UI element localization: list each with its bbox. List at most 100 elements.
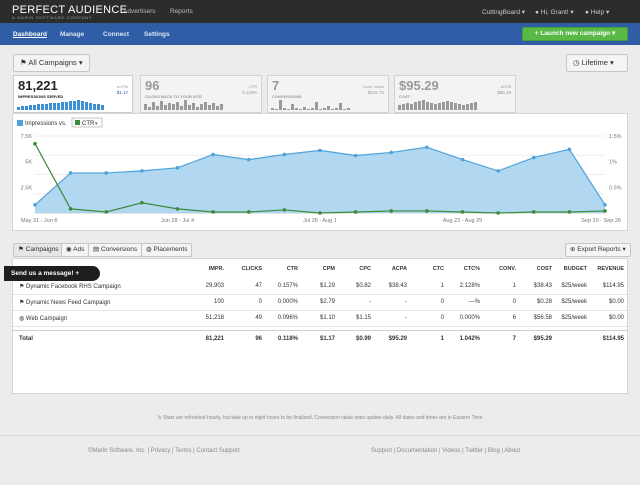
- flag-icon: ⚑: [19, 300, 27, 306]
- spark-bar: [287, 109, 290, 110]
- sparkline: [144, 100, 223, 110]
- ctr-point: [318, 211, 322, 215]
- impressions-point: [104, 171, 109, 175]
- spark-bar: [458, 104, 461, 110]
- tile-impressions[interactable]: 81,221 IMPRESSIONS SERVED eCPM $1.17: [13, 75, 133, 113]
- tile-value: 96: [145, 78, 160, 93]
- clock-icon: ◷: [573, 58, 580, 67]
- spark-bar: [144, 104, 147, 110]
- spark-bar: [406, 103, 409, 110]
- account-menu[interactable]: CuttingBoard ▾: [482, 8, 525, 16]
- plus-icon: +: [75, 270, 80, 277]
- tile-conversions[interactable]: 7 CONVERSIONS Conv. Value $615.70: [267, 75, 389, 113]
- performance-chart: 2.5K 5K 7.5K 0.5% 1% 1.5% May 31 - Jun 6 Jun 28…: [12, 113, 628, 231]
- spark-bar: [438, 103, 441, 110]
- spark-bar: [311, 108, 314, 110]
- campaign-cell: Total: [19, 336, 33, 342]
- impressions-point: [246, 157, 251, 162]
- ctr-point: [104, 210, 109, 214]
- footer-divider: [0, 435, 640, 436]
- cart-icon: ▤: [93, 246, 100, 253]
- spark-bar: [25, 105, 28, 110]
- table-row[interactable]: ⚑ Dynamic News Feed Campaign 100 0 0.000% $2…: [13, 295, 627, 311]
- table-row[interactable]: ◍ Web Campaign 51,218 49 0.096% $1.10 $1.15-0…: [13, 311, 627, 327]
- x-tick-label: Jul 26 - Aug 1: [303, 218, 337, 224]
- spark-bar: [470, 103, 473, 110]
- sparkline: [271, 100, 350, 110]
- tile-label: CLICKS BACK TO YOUR SITE: [145, 94, 202, 99]
- tab-dashboard[interactable]: Dashboard: [13, 31, 47, 38]
- y-left-tick-label: 7.5K: [21, 134, 33, 140]
- footer-left-link-2[interactable]: Terms: [175, 448, 191, 454]
- footnote: ↻ Stats are refreshed hourly, but take u…: [0, 415, 640, 421]
- spark-bar: [196, 107, 199, 110]
- tile-clicks[interactable]: 96 CLICKS BACK TO YOUR SITE CTR 0.118%: [140, 75, 262, 113]
- impressions-point: [33, 202, 37, 207]
- globe-icon: ◍: [146, 246, 152, 253]
- spark-bar: [45, 103, 48, 110]
- campaign-filter-dropdown[interactable]: ⚑ All Campaigns ▾: [13, 54, 90, 72]
- spark-bar: [192, 103, 195, 110]
- account-name: CuttingBoard: [482, 9, 520, 16]
- ctr-point: [140, 200, 144, 205]
- spark-bar: [53, 103, 56, 110]
- send-message-button[interactable]: Send us a message! +: [4, 266, 100, 281]
- campaign-name[interactable]: Dynamic Facebook RHS Campaign: [26, 284, 121, 290]
- tab-connect[interactable]: Connect: [103, 31, 129, 38]
- help-icon: ●: [585, 9, 589, 16]
- tab-label: Placements: [153, 246, 188, 253]
- legend-ctr: CTR: [82, 121, 95, 127]
- footer-left-link-3[interactable]: Contact Support: [196, 448, 239, 454]
- column-header[interactable]: REVENUE: [564, 266, 624, 272]
- spark-bar: [462, 105, 465, 110]
- spark-bar: [160, 101, 163, 110]
- user-menu[interactable]: ● Hi, Grant! ▾: [535, 8, 574, 16]
- spark-bar: [37, 104, 40, 110]
- footer-right-link-4[interactable]: Blog: [488, 448, 500, 454]
- spark-bar: [418, 101, 421, 110]
- campaign-name[interactable]: Web Campaign: [26, 316, 67, 322]
- spark-bar: [61, 102, 64, 110]
- impressions-point: [68, 171, 73, 175]
- tab-ads[interactable]: ◉ Ads: [61, 243, 90, 257]
- footer-right-link-5[interactable]: About: [504, 448, 520, 454]
- chevron-down-icon: ▾: [610, 58, 614, 67]
- plus-icon: +: [534, 30, 539, 37]
- ctr-point: [496, 211, 500, 215]
- refresh-icon: ↻: [157, 415, 162, 421]
- table-total-row[interactable]: Total 81,221 96 0.118% $1.17 $0.99 $95.29 1 1.04…: [13, 332, 627, 348]
- tab-conversions[interactable]: ▤ Conversions: [88, 243, 143, 257]
- tab-settings[interactable]: Settings: [144, 31, 170, 38]
- ctr-point: [425, 209, 429, 213]
- nav-advertisers[interactable]: Advertisers: [123, 8, 156, 15]
- spark-bar: [89, 103, 92, 110]
- tab-placements[interactable]: ◍ Placements: [141, 243, 193, 257]
- tile-cost[interactable]: $95.29 COST eCPA $95.29: [394, 75, 516, 113]
- period-dropdown[interactable]: ◷ Lifetime ▾: [566, 54, 628, 72]
- tile-sub-label: CTR: [248, 84, 257, 89]
- help-menu[interactable]: ● Help ▾: [585, 8, 609, 16]
- tab-manage[interactable]: Manage: [60, 31, 84, 38]
- flag-icon: ⚑: [19, 284, 27, 290]
- export-reports-button[interactable]: ⊕ Export Reports ▾: [565, 243, 631, 257]
- ctr-select[interactable]: CTR ▾: [71, 117, 103, 128]
- spark-bar: [319, 109, 322, 110]
- campaign-cell: ◍ Web Campaign: [19, 315, 67, 322]
- tab-campaigns[interactable]: ⚑ Campaigns: [13, 243, 64, 257]
- spark-bar: [101, 104, 104, 110]
- launch-label: Launch new campaign: [540, 30, 611, 37]
- x-tick-label: Jun 28 - Jul 4: [161, 218, 194, 224]
- nav-reports[interactable]: Reports: [170, 8, 193, 15]
- launch-campaign-button[interactable]: + Launch new campaign ▾: [522, 27, 628, 41]
- table-row[interactable]: ⚑ Dynamic Facebook RHS Campaign 29,903 47 0…: [13, 279, 627, 295]
- campaign-name[interactable]: Dynamic News Feed Campaign: [26, 300, 110, 306]
- spark-bar: [295, 108, 298, 110]
- spark-bar: [204, 102, 207, 110]
- footer-right-link-3[interactable]: Twitter: [465, 448, 483, 454]
- footer-left-link-1[interactable]: Privacy: [151, 448, 171, 454]
- footer-right-link-2[interactable]: Videos: [442, 448, 460, 454]
- total-divider: [13, 330, 627, 331]
- spark-bar: [93, 103, 96, 110]
- footer-right-link-1[interactable]: Documentation: [397, 448, 437, 454]
- footer-right-link-0[interactable]: Support: [371, 448, 392, 454]
